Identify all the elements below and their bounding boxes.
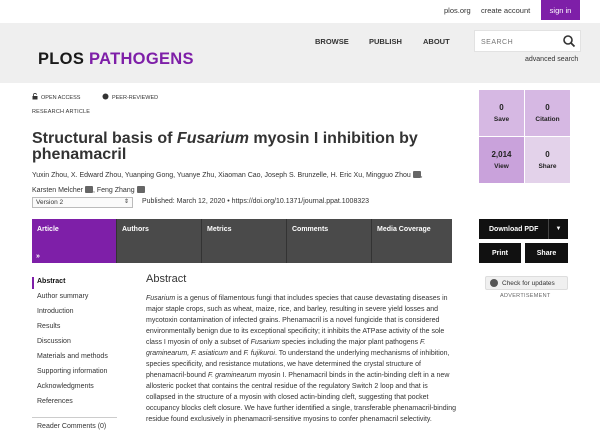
- metric-citation-label: Citation: [535, 116, 560, 123]
- active-section-marker: [32, 277, 34, 289]
- metric-view-label: View: [494, 163, 509, 170]
- article-badges: OPEN ACCESS PEER-REVIEWED: [32, 92, 178, 101]
- publication-info: Published: March 12, 2020 • https://doi.…: [142, 198, 369, 205]
- tab-authors-label: Authors: [122, 226, 149, 233]
- nav-browse[interactable]: BROWSE: [315, 37, 349, 46]
- email-icon[interactable]: [412, 171, 421, 178]
- sidenav-acknowledgments[interactable]: Acknowledgments: [37, 383, 94, 390]
- sign-in-button[interactable]: sign in: [541, 0, 580, 20]
- abstract-s5: myosin I. Phenamacril binds in the actin…: [146, 372, 456, 423]
- version-value: Version 2: [36, 199, 64, 206]
- tab-authors[interactable]: Authors: [117, 219, 202, 263]
- advertisement-label: ADVERTISEMENT: [500, 293, 551, 299]
- metric-citation[interactable]: 0 Citation: [525, 90, 570, 136]
- abstract-s1-italic: Fusarium: [146, 295, 176, 302]
- version-select[interactable]: Version 2 ⇕: [32, 197, 133, 208]
- open-access-badge[interactable]: OPEN ACCESS: [32, 92, 92, 101]
- plos-org-link[interactable]: plos.org: [444, 6, 471, 15]
- unlock-icon: [32, 92, 38, 100]
- logo-plos: PLOS: [38, 50, 85, 68]
- search-icon[interactable]: [562, 34, 576, 48]
- chevron-updown-icon: ⇕: [123, 199, 129, 205]
- article-type: RESEARCH ARTICLE: [32, 109, 91, 115]
- sidenav-divider: [32, 417, 117, 418]
- authors-line1[interactable]: Yuxin Zhou, X. Edward Zhou, Yuanping Gon…: [32, 172, 411, 179]
- sidenav-abstract[interactable]: Abstract: [37, 278, 65, 285]
- tab-comments-label: Comments: [292, 226, 329, 233]
- caret-down-icon[interactable]: ▼: [548, 219, 568, 239]
- tab-article-label: Article: [37, 226, 59, 233]
- email-icon[interactable]: [84, 186, 93, 193]
- tab-article[interactable]: Article »: [32, 219, 117, 263]
- nav-about[interactable]: ABOUT: [423, 37, 450, 46]
- metric-view[interactable]: 2,014 View: [479, 137, 524, 183]
- sidenav-author-summary[interactable]: Author summary: [37, 293, 88, 300]
- tab-media-coverage-label: Media Coverage: [377, 226, 431, 233]
- journal-logo[interactable]: PLOS PATHOGENS: [38, 50, 194, 69]
- metric-citation-count: 0: [545, 103, 550, 112]
- author-feng-zhang[interactable]: Feng Zhang: [97, 187, 135, 194]
- download-pdf-label: Download PDF: [489, 225, 539, 233]
- metric-share-label: Share: [538, 163, 557, 170]
- sidenav-materials-methods[interactable]: Materials and methods: [37, 353, 108, 360]
- tab-comments[interactable]: Comments: [287, 219, 372, 263]
- doi-link[interactable]: https://doi.org/10.1371/journal.ppat.100…: [232, 198, 369, 205]
- reader-comments-link[interactable]: Reader Comments (0): [37, 423, 106, 430]
- advanced-search-link[interactable]: advanced search: [525, 56, 578, 63]
- sidenav-introduction[interactable]: Introduction: [37, 308, 74, 315]
- metric-save-count: 0: [499, 103, 504, 112]
- author-karsten-melcher[interactable]: Karsten Melcher: [32, 187, 83, 194]
- tab-metrics[interactable]: Metrics: [202, 219, 287, 263]
- title-part1: Structural basis of: [32, 130, 177, 147]
- peer-reviewed-badge[interactable]: PEER-REVIEWED: [102, 93, 168, 101]
- double-chevron-down-icon: »: [36, 253, 40, 260]
- article-title: Structural basis of Fusarium myosin I in…: [32, 131, 452, 163]
- sidenav-results[interactable]: Results: [37, 323, 60, 330]
- sidenav-supporting-info[interactable]: Supporting information: [37, 368, 107, 375]
- top-bar: plos.org create account sign in: [0, 0, 600, 23]
- open-access-label: OPEN ACCESS: [41, 95, 81, 101]
- metric-share-count: 0: [545, 150, 550, 159]
- metric-view-count: 2,014: [491, 150, 512, 159]
- author-list: Yuxin Zhou, X. Edward Zhou, Yuanping Gon…: [32, 171, 423, 194]
- published-date: Published: March 12, 2020: [142, 198, 226, 205]
- metric-share[interactable]: 0 Share: [525, 137, 570, 183]
- print-button[interactable]: Print: [479, 243, 521, 263]
- check-for-updates-button[interactable]: Check for updates: [485, 276, 568, 290]
- abstract-heading: Abstract: [146, 273, 187, 285]
- tab-media-coverage[interactable]: Media Coverage: [372, 219, 452, 263]
- abstract-s4-italic: F. fujikuroi: [243, 350, 275, 357]
- email-icon[interactable]: [136, 186, 145, 193]
- crossmark-icon: [490, 279, 498, 287]
- create-account-link[interactable]: create account: [481, 6, 530, 15]
- nav-publish[interactable]: PUBLISH: [369, 37, 402, 46]
- share-button[interactable]: Share: [525, 243, 568, 263]
- metric-save[interactable]: 0 Save: [479, 90, 524, 136]
- check-for-updates-label: Check for updates: [502, 279, 555, 287]
- search-input[interactable]: [481, 36, 561, 48]
- sidenav-discussion[interactable]: Discussion: [37, 338, 71, 345]
- sidenav-references[interactable]: References: [37, 398, 73, 405]
- title-italic: Fusarium: [176, 130, 249, 147]
- peer-reviewed-label: PEER-REVIEWED: [111, 95, 159, 101]
- logo-pathogens: PATHOGENS: [89, 50, 194, 68]
- peer-reviewed-icon: [102, 93, 109, 100]
- article-tabs: Article » Authors Metrics Comments Media…: [32, 219, 452, 263]
- tab-metrics-label: Metrics: [207, 226, 232, 233]
- download-pdf-button[interactable]: Download PDF ▼: [479, 219, 568, 239]
- search-box: [474, 30, 581, 52]
- abstract-text: Fusarium is a genus of filamentous fungi…: [146, 293, 458, 425]
- metric-save-label: Save: [493, 116, 510, 123]
- abstract-s2-italic: Fusarium: [250, 339, 280, 346]
- abstract-s5-italic: F. graminearum: [207, 372, 257, 379]
- abstract-s3: and: [227, 350, 244, 357]
- abstract-s2: species including the major plant pathog…: [279, 339, 420, 346]
